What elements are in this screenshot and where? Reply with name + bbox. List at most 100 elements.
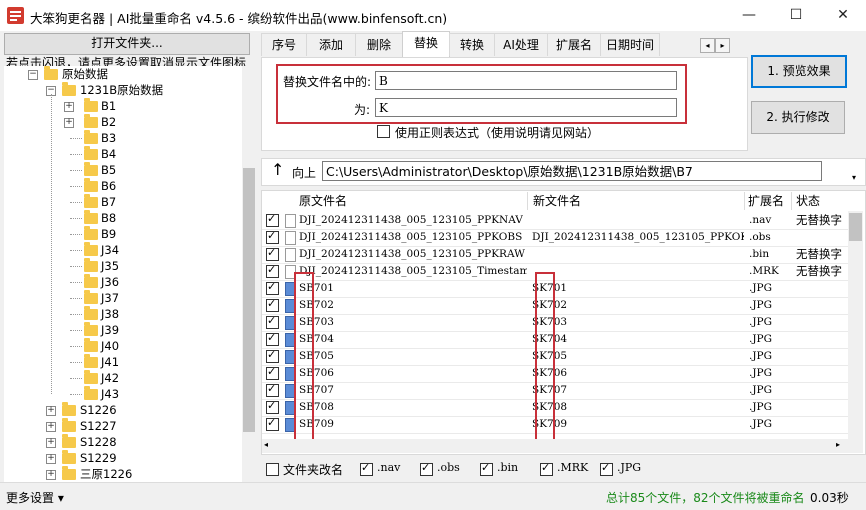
table-row[interactable]: DJI_202412311438_005_123105_PPKNAV .nav 无替… xyxy=(262,212,848,230)
table-row[interactable]: SB702 SK702 .JPG xyxy=(262,297,848,315)
expand-icon[interactable]: + xyxy=(64,118,74,128)
tree-item-folder[interactable]: B1 xyxy=(101,98,116,114)
header-new-name[interactable]: 新文件名 xyxy=(533,191,581,211)
expand-icon[interactable]: + xyxy=(46,406,56,416)
tree-item-folder[interactable]: J37 xyxy=(101,290,119,306)
minimize-button[interactable]: — xyxy=(726,0,772,31)
row-checkbox[interactable] xyxy=(266,246,279,261)
table-row[interactable]: SB709 SK709 .JPG xyxy=(262,416,848,434)
tree-item-folder[interactable]: B6 xyxy=(101,178,116,194)
tree-item-sibling[interactable]: S1226 xyxy=(80,402,117,418)
header-status[interactable]: 状态 xyxy=(796,191,820,211)
open-folder-button[interactable]: 打开文件夹... xyxy=(4,33,250,55)
row-checkbox[interactable] xyxy=(266,365,279,380)
table-row[interactable]: DJI_202412311438_005_123105_PPKOBS DJI_20… xyxy=(262,229,848,247)
tab-0[interactable]: 序号 xyxy=(261,33,307,56)
tree-item-sibling[interactable]: S1227 xyxy=(80,418,117,434)
tree-item-folder[interactable]: B9 xyxy=(101,226,116,242)
preview-button[interactable]: 1. 预览效果 xyxy=(751,55,847,88)
up-arrow-icon[interactable]: ↑ xyxy=(271,160,284,179)
row-checkbox[interactable] xyxy=(266,382,279,397)
folder-rename-checkbox[interactable] xyxy=(266,463,279,476)
folder-tree[interactable]: − 原始数据 −1231B原始数据 + B1 + B2 B3 B4 B5 B6 B7 B8 B9 J34 J3… xyxy=(4,66,244,482)
ext-filter-checkbox[interactable] xyxy=(420,461,433,476)
up-button[interactable]: 向上 xyxy=(292,164,316,181)
row-checkbox[interactable] xyxy=(266,297,279,312)
tree-item-folder[interactable]: B2 xyxy=(101,114,116,130)
grid-hscrollbar[interactable] xyxy=(262,439,848,453)
tree-scroll-thumb[interactable] xyxy=(243,168,255,432)
row-checkbox[interactable] xyxy=(266,331,279,346)
tree-item-folder[interactable]: B3 xyxy=(101,130,116,146)
tree-item-root[interactable]: 原始数据 xyxy=(62,66,108,82)
table-row[interactable]: DJI_202412311438_005_123105_PPKRAW .bin 无替… xyxy=(262,246,848,264)
header-ext[interactable]: 扩展名 xyxy=(748,191,784,211)
tree-item-folder[interactable]: J43 xyxy=(101,386,119,402)
regex-checkbox[interactable] xyxy=(377,125,390,138)
table-row[interactable]: SB704 SK704 .JPG xyxy=(262,331,848,349)
scroll-right-icon[interactable]: ▸ xyxy=(836,440,840,449)
collapse-icon[interactable]: − xyxy=(28,70,38,80)
more-settings-button[interactable]: 更多设置 ▾ xyxy=(6,489,64,506)
close-button[interactable]: ✕ xyxy=(820,0,866,31)
path-input[interactable]: C:\Users\Administrator\Desktop\原始数据\1231… xyxy=(322,161,822,181)
table-row[interactable]: SB701 SK701 .JPG xyxy=(262,280,848,298)
row-checkbox[interactable] xyxy=(266,280,279,295)
row-checkbox[interactable] xyxy=(266,212,279,227)
scroll-left-icon[interactable]: ◂ xyxy=(264,440,268,449)
tab-7[interactable]: 日期时间 xyxy=(600,33,660,56)
header-orig-name[interactable]: 原文件名 xyxy=(299,191,347,211)
tab-5[interactable]: AI处理 xyxy=(494,33,548,56)
row-checkbox[interactable] xyxy=(266,416,279,431)
tree-item-folder[interactable]: J41 xyxy=(101,354,119,370)
maximize-button[interactable]: ☐ xyxy=(773,0,819,31)
grid-scrollbar[interactable] xyxy=(848,211,863,453)
table-row[interactable]: DJI_202412311438_005_123105_Timestamp .MR… xyxy=(262,263,848,281)
ext-filter-checkbox[interactable] xyxy=(600,461,613,476)
row-checkbox[interactable] xyxy=(266,399,279,414)
table-row[interactable]: SB707 SK707 .JPG xyxy=(262,382,848,400)
tree-item-folder[interactable]: J35 xyxy=(101,258,119,274)
tree-item-folder[interactable]: J38 xyxy=(101,306,119,322)
tab-1[interactable]: 添加 xyxy=(306,33,356,56)
execute-button[interactable]: 2. 执行修改 xyxy=(751,101,845,134)
tree-item-folder[interactable]: B8 xyxy=(101,210,116,226)
tree-item-1231b[interactable]: 1231B原始数据 xyxy=(80,82,163,98)
table-row[interactable]: SB706 SK706 .JPG xyxy=(262,365,848,383)
tree-item-sibling[interactable]: S1228 xyxy=(80,434,117,450)
tree-item-folder[interactable]: J34 xyxy=(101,242,119,258)
table-row[interactable]: SB708 SK708 .JPG xyxy=(262,399,848,417)
tab-prev-icon[interactable]: ◂ xyxy=(700,38,715,53)
row-checkbox[interactable] xyxy=(266,229,279,244)
ext-filter-checkbox[interactable] xyxy=(360,461,373,476)
row-checkbox[interactable] xyxy=(266,263,279,278)
path-dropdown-icon[interactable]: ▾ xyxy=(852,173,856,182)
expand-icon[interactable]: + xyxy=(46,422,56,432)
expand-icon[interactable]: + xyxy=(46,438,56,448)
ext-filter-checkbox[interactable] xyxy=(540,461,553,476)
tree-item-folder[interactable]: B7 xyxy=(101,194,116,210)
row-checkbox[interactable] xyxy=(266,314,279,329)
ext-filter-checkbox[interactable] xyxy=(480,461,493,476)
tree-item-folder[interactable]: J40 xyxy=(101,338,119,354)
row-checkbox[interactable] xyxy=(266,348,279,363)
tree-item-folder[interactable]: J39 xyxy=(101,322,119,338)
expand-icon[interactable]: + xyxy=(46,454,56,464)
replace-with-input[interactable]: K xyxy=(375,98,677,117)
tree-item-folder[interactable]: B5 xyxy=(101,162,116,178)
tab-6[interactable]: 扩展名 xyxy=(547,33,601,56)
table-row[interactable]: SB703 SK703 .JPG xyxy=(262,314,848,332)
grid-scroll-thumb[interactable] xyxy=(849,213,862,241)
tree-item-sibling[interactable]: 三原1226 xyxy=(80,466,132,482)
tab-next-icon[interactable]: ▸ xyxy=(715,38,730,53)
tab-4[interactable]: 转换 xyxy=(449,33,495,56)
tree-item-sibling[interactable]: S1229 xyxy=(80,450,117,466)
tab-2[interactable]: 删除 xyxy=(355,33,403,56)
tab-3[interactable]: 替换 xyxy=(402,31,450,57)
tree-item-folder[interactable]: J42 xyxy=(101,370,119,386)
find-input[interactable]: B xyxy=(375,71,677,90)
table-row[interactable]: SB705 SK705 .JPG xyxy=(262,348,848,366)
tree-item-folder[interactable]: B4 xyxy=(101,146,116,162)
expand-icon[interactable]: + xyxy=(46,470,56,480)
expand-icon[interactable]: + xyxy=(64,102,74,112)
